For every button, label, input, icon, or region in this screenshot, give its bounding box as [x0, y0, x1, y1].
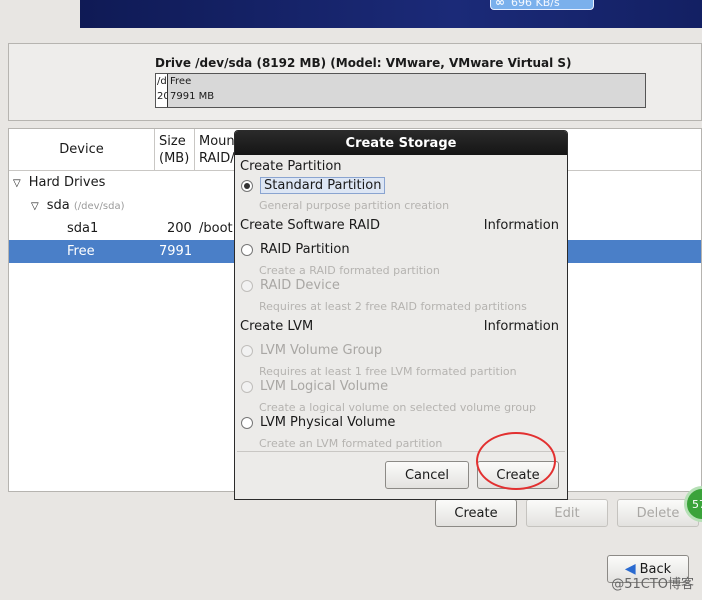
dialog-cancel-button[interactable]: Cancel [385, 461, 469, 489]
drive-segment-free[interactable]: Free 7991 MB [168, 74, 645, 107]
option-label: LVM Volume Group [260, 343, 383, 358]
dialog-body: Create Partition Standard Partition Gene… [235, 155, 567, 451]
option-standard-partition[interactable]: Standard Partition [241, 177, 386, 194]
raid-information-link[interactable]: Information [484, 218, 559, 233]
row-size: 200 [167, 221, 192, 236]
section-create-partition: Create Partition [240, 159, 342, 174]
header-label: Device [59, 142, 104, 157]
option-raid-partition[interactable]: RAID Partition [241, 242, 350, 257]
option-label: LVM Physical Volume [260, 415, 396, 430]
radio-icon[interactable] [241, 344, 253, 357]
option-lvm-logical-volume[interactable]: LVM Logical Volume [241, 379, 388, 394]
section-create-lvm: Create LVM [240, 319, 314, 334]
option-label: RAID Partition [260, 242, 350, 257]
segment-label: /d [157, 76, 167, 87]
radio-icon[interactable] [241, 380, 253, 393]
row-name: Free [67, 244, 95, 259]
column-header-device[interactable]: Device [9, 129, 155, 170]
segment-label: Free [170, 76, 192, 87]
section-create-raid: Create Software RAID [240, 218, 381, 233]
option-lvm-physical-volume[interactable]: LVM Physical Volume [241, 415, 395, 430]
row-name: sda1 [67, 221, 99, 236]
network-speed-text: 696 KB/s [511, 0, 560, 9]
option-description: Requires at least 1 free LVM formated pa… [259, 365, 517, 378]
option-label: RAID Device [260, 278, 340, 293]
option-description: General purpose partition creation [259, 199, 450, 212]
option-raid-device[interactable]: RAID Device [241, 278, 340, 293]
option-description: Create a RAID formated partition [259, 264, 440, 277]
row-mount: /boot [199, 221, 233, 236]
create-storage-dialog: Create Storage Create Partition Standard… [234, 130, 568, 500]
header-label: (MB) [159, 150, 190, 166]
radio-icon[interactable] [241, 416, 253, 429]
network-speed-badge: ∞ 696 KB/s [490, 0, 594, 10]
radio-checked-icon[interactable] [241, 179, 253, 192]
radio-icon[interactable] [241, 279, 253, 292]
network-icon: ∞ [495, 0, 505, 9]
expander-down-icon[interactable]: ▽ [31, 201, 39, 212]
lvm-information-link[interactable]: Information [484, 319, 559, 334]
column-header-size[interactable]: Size (MB) [155, 129, 195, 170]
dialog-create-button[interactable]: Create [477, 461, 559, 489]
option-description: Create an LVM formated partition [259, 437, 443, 450]
row-name: Hard Drives [28, 175, 106, 190]
create-button[interactable]: Create [435, 499, 517, 527]
dialog-divider [237, 451, 565, 452]
option-description: Requires at least 2 free RAID formated p… [259, 300, 527, 313]
drive-segment-sda1[interactable]: /d 20 [156, 74, 168, 107]
radio-icon[interactable] [241, 243, 253, 256]
header-label: Size [159, 133, 186, 149]
option-description: Create a logical volume on selected volu… [259, 401, 537, 414]
row-name: sda [46, 198, 70, 213]
expander-down-icon[interactable]: ▽ [13, 178, 21, 189]
drive-bar: /d 20 Free 7991 MB [155, 73, 646, 108]
row-size: 7991 [159, 244, 193, 259]
row-path: (/dev/sda) [73, 201, 125, 212]
option-lvm-volume-group[interactable]: LVM Volume Group [241, 343, 382, 358]
option-label: Standard Partition [260, 177, 386, 194]
option-label: LVM Logical Volume [260, 379, 389, 394]
segment-size: 7991 MB [170, 91, 215, 102]
drive-panel: Drive /dev/sda (8192 MB) (Model: VMware,… [8, 43, 702, 121]
header-label: Moun [199, 133, 235, 149]
segment-size: 20 [157, 91, 167, 102]
top-banner [80, 0, 702, 28]
watermark: @51CTO博客 [611, 577, 694, 592]
header-label: RAID/ [199, 150, 235, 166]
dialog-title: Create Storage [235, 131, 567, 155]
drive-title: Drive /dev/sda (8192 MB) (Model: VMware,… [155, 56, 572, 70]
edit-button[interactable]: Edit [526, 499, 608, 527]
